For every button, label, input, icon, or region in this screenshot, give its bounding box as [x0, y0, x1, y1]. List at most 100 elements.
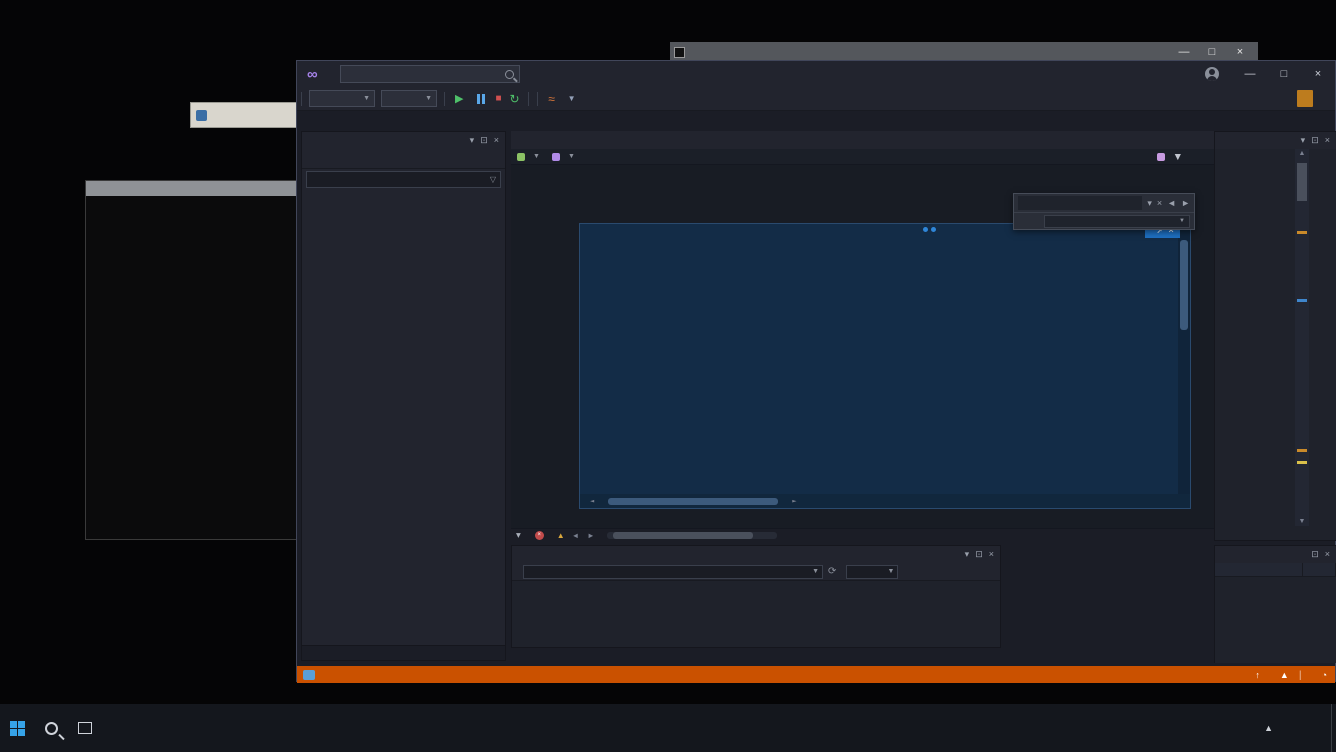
task-view-button[interactable] [68, 708, 102, 748]
zoom-control[interactable]: ▾ [516, 530, 521, 541]
column-name[interactable] [1215, 563, 1303, 576]
quick-search-input[interactable] [345, 68, 505, 80]
filter-icon[interactable]: ▽ [490, 175, 496, 184]
find-previous-icon[interactable]: ◄ [1167, 198, 1176, 208]
solution-search-input[interactable] [311, 174, 490, 185]
quick-search-box[interactable] [339, 65, 520, 83]
columns-dropdown[interactable]: ▼ [846, 564, 899, 579]
close-icon[interactable]: × [1325, 549, 1330, 560]
admin-badge[interactable] [1297, 90, 1313, 107]
breadcrumb-member[interactable]: ▼ [1156, 149, 1183, 165]
nav-forward-icon[interactable]: ► [587, 531, 594, 540]
address-input[interactable]: ▼ [523, 564, 823, 579]
error-icon: × [534, 530, 544, 540]
code-editor[interactable]: ↗ × ◄ ► ▾ × ◄ ► ▼ [511, 165, 1311, 528]
refresh-icon[interactable]: ⟳ [828, 566, 836, 577]
continue-button[interactable]: ▶ [455, 92, 463, 105]
method-icon [1156, 153, 1165, 161]
solution-explorer-header: ▾ ⊡ × [302, 132, 505, 149]
bottom-dock-tabs [511, 648, 1111, 663]
notifications-bell-icon[interactable]: ◔ [1322, 670, 1327, 680]
show-desktop-button[interactable] [1331, 704, 1336, 752]
memory-scanner-icon [196, 109, 207, 121]
call-stack-header: ⊡ × [1215, 546, 1336, 563]
solution-explorer-toolbar [302, 149, 505, 169]
chevron-up-icon[interactable]: ▲ [1280, 670, 1289, 680]
scroll-right-icon[interactable]: ► [792, 497, 796, 505]
stop-debugging-button[interactable]: ■ [495, 93, 501, 104]
close-icon[interactable]: × [1325, 135, 1330, 146]
break-all-button[interactable] [477, 93, 487, 104]
chevron-down-icon[interactable]: ▾ [470, 135, 475, 146]
editor-vertical-scrollbar[interactable]: ▲ ▼ [1295, 149, 1309, 526]
find-next-icon[interactable]: ► [1181, 198, 1190, 208]
breadcrumb-type[interactable]: ▼ [546, 152, 581, 161]
scrollbar-thumb[interactable] [1297, 163, 1307, 201]
find-popup: ▾ × ◄ ► ▼ [1013, 193, 1195, 230]
debuggee-console-titlebar[interactable]: — □ × [670, 42, 1258, 62]
horizontal-scrollbar[interactable] [606, 531, 777, 539]
maximize-button[interactable]: □ [1267, 61, 1301, 87]
taskbar-search-button[interactable] [34, 708, 68, 748]
close-icon[interactable]: × [494, 135, 499, 146]
pin-icon[interactable]: ⊡ [1311, 549, 1319, 560]
close-button[interactable]: × [1301, 61, 1335, 87]
hot-reload-icon[interactable]: ≈ [542, 88, 562, 110]
scroll-up-icon[interactable]: ▲ [1295, 150, 1309, 157]
find-input[interactable] [1018, 196, 1143, 210]
hidden-icons-caret[interactable]: ▲ [1264, 723, 1273, 733]
project-icon [517, 152, 525, 161]
peek-dots [923, 227, 936, 232]
peek-statusbar: ◄ ► [580, 494, 1190, 508]
maximize-button[interactable]: □ [1198, 46, 1226, 58]
editor-group: ▼ ▼ ▼ ↗ × ◄ ► ▾ × ◄ ► ▼ ▾ × ▲ ◄ ► [511, 131, 1311, 541]
scroll-left-icon[interactable]: ◄ [590, 497, 594, 505]
find-scope-dropdown[interactable]: ▼ [1044, 214, 1190, 228]
pin-icon[interactable]: ⊡ [480, 135, 488, 146]
class-icon [551, 152, 560, 161]
peek-scrollbar[interactable] [1178, 224, 1190, 508]
user-avatar[interactable] [1205, 67, 1219, 81]
minimize-button[interactable]: — [1170, 46, 1198, 58]
task-view-icon [78, 722, 92, 734]
minimize-button[interactable]: — [1233, 61, 1267, 87]
memory-panel-header: ▾ ⊡ × [512, 546, 1000, 563]
nav-back-icon[interactable]: ◄ [572, 531, 579, 540]
memory-scanner-window[interactable] [190, 102, 306, 128]
status-bar: ↑ ▲ | ◔ [297, 666, 1335, 683]
peek-definition-window[interactable]: ↗ × ◄ ► [579, 223, 1191, 509]
chevron-down-icon[interactable]: ▾ [965, 549, 970, 560]
chevron-down-icon[interactable]: ▾ [1147, 198, 1152, 209]
search-icon [44, 721, 58, 735]
scroll-down-icon[interactable]: ▼ [1295, 518, 1309, 525]
peek-hscroll-thumb[interactable] [608, 497, 779, 505]
windows-logo-icon [9, 720, 25, 736]
solution-explorer-search[interactable]: ▽ [306, 171, 501, 188]
column-language[interactable] [1303, 563, 1336, 576]
source-control-up-icon: ↑ [1255, 669, 1260, 680]
document-tabs [511, 131, 1311, 149]
pin-icon[interactable]: ⊡ [1311, 135, 1319, 146]
platform-dropdown[interactable]: ▼ [381, 90, 437, 107]
chevron-down-icon[interactable]: ▾ [1301, 135, 1306, 146]
call-stack-columns [1215, 563, 1336, 577]
close-icon[interactable]: × [989, 549, 994, 560]
restart-button[interactable]: ↻ [510, 92, 520, 106]
clear-icon[interactable]: × [1157, 198, 1162, 208]
pin-icon[interactable]: ⊡ [975, 549, 983, 560]
search-icon [504, 69, 514, 79]
standard-toolbar: ▼ ▼ ▶ ■ ↻ ≈ ▼ [297, 87, 1335, 111]
solution-explorer-bottom-tabs [302, 645, 505, 660]
toolbar-overflow-icon[interactable]: ▼ [562, 88, 582, 110]
client-panel-header: ▾ ⊡ × [1215, 132, 1336, 149]
start-button[interactable] [0, 708, 34, 748]
memory-toolbar: ▼ ⟳ ▼ [512, 563, 1000, 581]
memory-panel: ▾ ⊡ × ▼ ⟳ ▼ [511, 545, 1001, 648]
breadcrumb-project[interactable]: ▼ [511, 152, 546, 161]
configuration-dropdown[interactable]: ▼ [309, 90, 375, 107]
close-button[interactable]: × [1226, 46, 1254, 58]
titlebar: ∞ — □ × [297, 61, 1335, 87]
call-stack-panel: ⊡ × [1214, 545, 1336, 663]
navigation-bar: ▼ ▼ ▼ [511, 149, 1311, 165]
visual-studio-window: ∞ — □ × ▼ ▼ ▶ ■ ↻ ≈ ▼ ▾ ⊡ × ▽ ▼ ▼ ▼ ↗ × … [296, 60, 1336, 683]
